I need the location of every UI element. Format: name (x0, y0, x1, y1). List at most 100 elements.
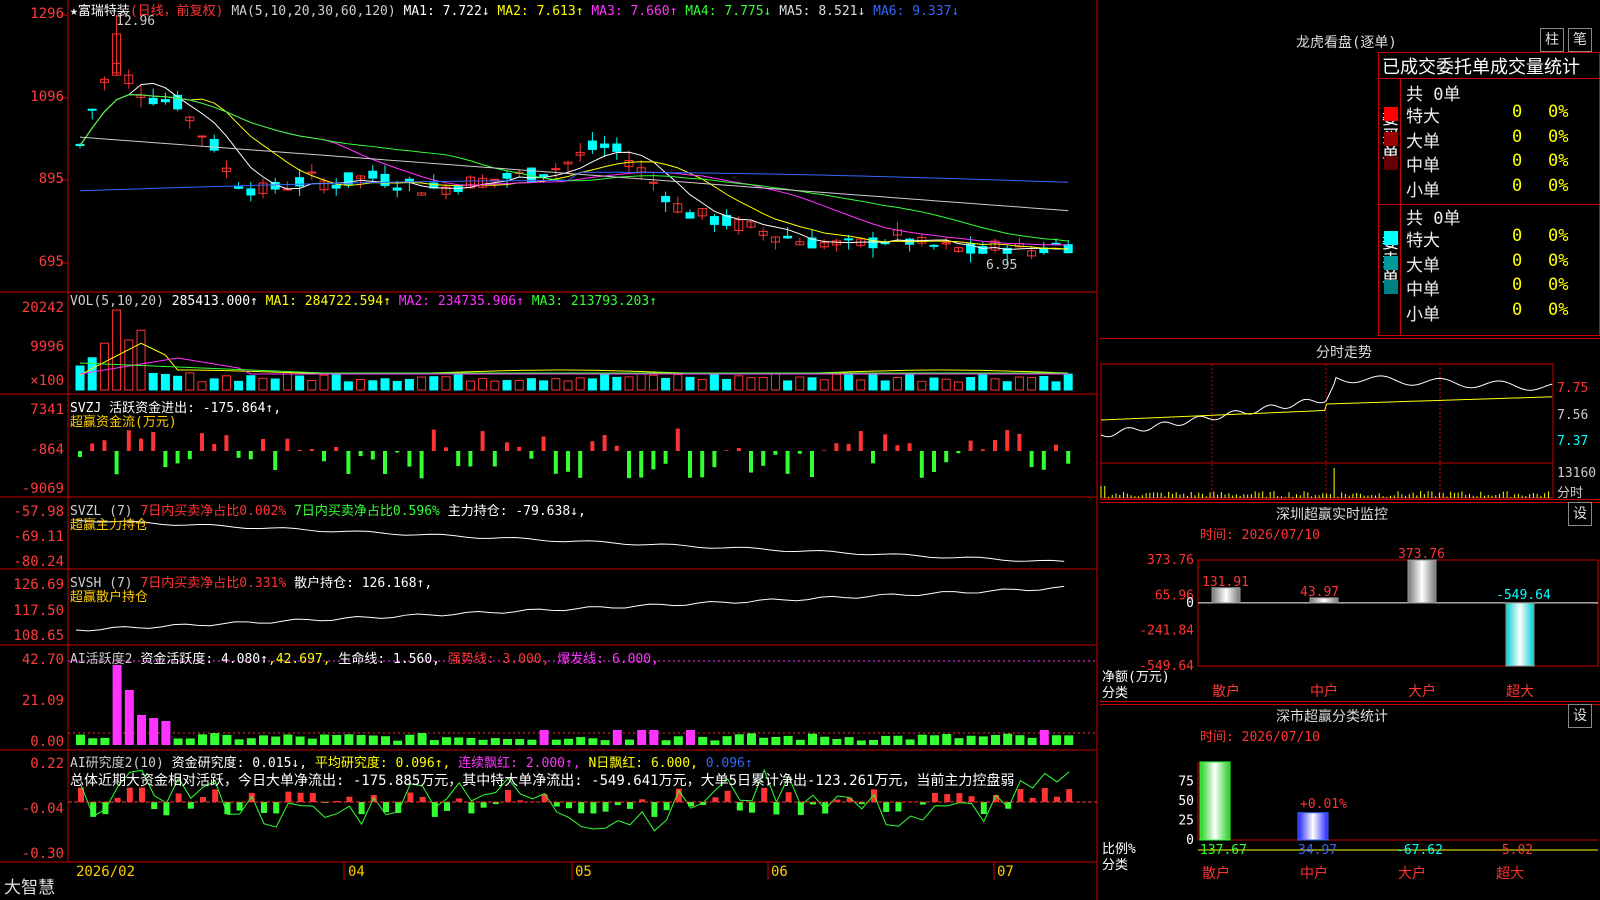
flow-bar (1017, 433, 1022, 451)
flow-bar (590, 441, 595, 451)
flow-bar (1029, 451, 1034, 468)
research-bar (346, 796, 353, 802)
flow-bar (980, 449, 985, 451)
vol-legend: VOL(5,10,20) 285413.000↑ MA1: 284722.594… (70, 294, 657, 309)
volume-bar (990, 378, 1000, 391)
flow-bar (248, 451, 253, 460)
ss-bar-chart: 75 50 25 0 137.67 散户 34.97 中户 -67.62 大户 -5.02 超大 +0.… (1178, 761, 1598, 882)
ss-cat-label: 中户 (1300, 865, 1328, 882)
sz-cat-label: 超大 (1506, 684, 1534, 700)
flow-bar (407, 451, 412, 467)
app-tab-dazhihui[interactable]: 大智慧 (4, 873, 55, 898)
ss-axis-label: 25 (1178, 814, 1194, 829)
volume-bar (502, 380, 512, 391)
ai-research-legend: AI研究度2(10) 资金研究度: 0.015↓, 平均研究度: 0.096↑,… (70, 752, 753, 771)
research-bar (383, 802, 389, 813)
svsh-axis-label: 126.69 (13, 577, 64, 593)
volume-bar (685, 376, 695, 391)
swatch-大单 (1384, 255, 1398, 270)
research-bar (187, 802, 194, 809)
research-bar (736, 802, 743, 811)
activity-bar (905, 739, 915, 745)
flow-bar (578, 451, 583, 478)
volume-bar (612, 376, 622, 391)
vol_legend-item-0: VOL(5,10,20) (70, 294, 164, 309)
activity-bar (1039, 730, 1049, 745)
vol-axis-label: 20242 (21, 300, 64, 316)
flow-bar (187, 451, 192, 460)
price-legend: ★富瑞特装(日线，前复权) MA(5,10,20,30,60,120) MA1:… (70, 0, 959, 19)
research-bar (883, 802, 890, 812)
candle (600, 143, 610, 148)
ai_legend-item-3: 生命线: 1.560, (330, 652, 441, 667)
volume-bar (87, 357, 97, 391)
volume-bar (624, 376, 634, 391)
candle (648, 181, 658, 184)
activity-bar (625, 739, 634, 745)
flow-bar (688, 451, 692, 478)
volume-bar (673, 374, 683, 391)
activity-bar (1052, 735, 1061, 745)
flow-bar (212, 443, 217, 451)
order-percent: 0% (1548, 151, 1569, 171)
research-bar (1041, 787, 1048, 802)
flow-bar (773, 451, 778, 455)
flow-bar (383, 451, 387, 474)
sz-axis-label: 373.76 (1147, 553, 1194, 568)
ma_legend-item-2: MA2: 7.613↑ (489, 4, 584, 19)
activity-bar (405, 734, 415, 745)
activity-bar (515, 739, 525, 745)
intraday-chart[interactable] (1100, 360, 1600, 500)
volume-bar (770, 372, 780, 391)
volume-bar (734, 375, 744, 391)
research-bar (578, 802, 585, 814)
flow-bar (151, 431, 156, 451)
ss-value-label: -67.62 (1396, 843, 1443, 858)
activity-bar (734, 734, 744, 745)
flow-bar (395, 451, 400, 453)
activity-bar (466, 737, 476, 745)
candle (380, 173, 390, 186)
air_legend-item-0: AI研究度2(10) (70, 756, 172, 771)
air-axis-label: -0.04 (21, 801, 64, 817)
ai_legend-item-1: 资金活跃度: 4.080↑ (140, 652, 268, 667)
activity-bar (539, 730, 549, 745)
ss-value-label: -5.02 (1494, 843, 1533, 858)
activity-bar (454, 737, 464, 745)
ss-settings-button[interactable]: 设 (1568, 704, 1592, 728)
ss-stats-title: 深市超赢分类统计 (1276, 709, 1388, 725)
flow-bar (822, 450, 827, 451)
activity-bar (368, 735, 378, 745)
sz-xlabel: 分类 (1102, 686, 1129, 701)
flow-bar (273, 451, 278, 470)
research-bar (297, 792, 304, 802)
candle (148, 97, 158, 105)
intraday-vol-max: 13160 (1557, 466, 1597, 481)
activity-bar (783, 735, 793, 745)
flow-bar (261, 438, 265, 451)
tick-mode-button[interactable]: 笔 (1568, 28, 1592, 52)
volume-bar (978, 374, 988, 391)
research-bar (602, 802, 609, 812)
activity-bar (795, 739, 805, 745)
svzj-axis-label: -864 (30, 442, 64, 458)
candle (453, 186, 463, 192)
activity-bar (612, 730, 622, 745)
ma-line-5 (79, 82, 1069, 251)
flow-bar (358, 451, 363, 457)
research-bar (151, 802, 158, 810)
price-axis-label: 1096 (30, 89, 64, 105)
activity-bar (893, 735, 903, 745)
flow-bar (102, 440, 107, 451)
flow-bar (1066, 451, 1071, 464)
air_legend-item-5: 0.096↑ (697, 756, 753, 771)
ss-axis-label: 75 (1178, 775, 1194, 790)
bar-mode-button[interactable]: 柱 (1540, 28, 1564, 52)
activity-bar (320, 734, 329, 745)
research-bar (175, 793, 182, 802)
volume-bar (282, 372, 292, 391)
candle (587, 140, 597, 150)
activity-bar (393, 740, 403, 745)
sz-cat-label: 大户 (1408, 683, 1436, 700)
sz-settings-button[interactable]: 设 (1568, 502, 1592, 526)
